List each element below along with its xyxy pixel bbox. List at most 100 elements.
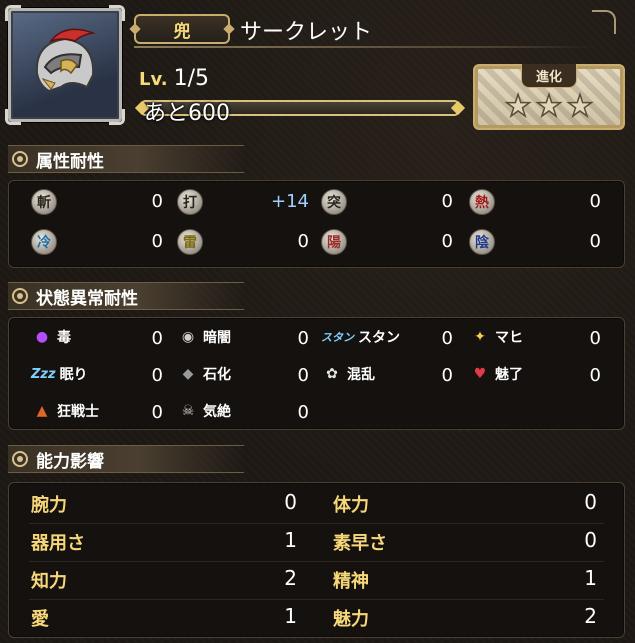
ability-row-divider	[29, 561, 604, 562]
status-resist-label: 混乱	[347, 367, 375, 383]
ability-label: 知力	[31, 571, 67, 592]
status-resist-value: 0	[297, 365, 309, 386]
ability-label: 精神	[333, 571, 369, 592]
berserk-icon: ▲	[36, 403, 48, 419]
section-title: 状態異常耐性	[36, 288, 138, 309]
blunt-icon: 打	[177, 189, 203, 215]
fire-icon: 熱	[469, 189, 495, 215]
status-resist-label: 暗闇	[203, 330, 231, 346]
attribute-resist-panel: 斬 0 打 +14 突 0 熱 0 冷 0 雷 0 陽 0 陰 0	[8, 180, 625, 268]
section-bullet-icon	[12, 288, 28, 304]
attribute-resist-value: +14	[271, 191, 309, 212]
slash-icon: 斬	[31, 189, 57, 215]
status-resist-label: 毒	[57, 330, 71, 346]
confusion-icon: ✿	[326, 366, 338, 382]
status-resist-item: ✿ 混乱	[321, 363, 375, 385]
ability-panel: 腕力 0 体力 0 器用さ 1 素早さ 0 知力 2 精神 1 愛 1 魅力 2	[8, 482, 625, 638]
status-resist-value: 0	[589, 328, 601, 349]
paralysis-icon: ✦	[474, 329, 486, 345]
status-resist-item: ◆ 石化	[177, 363, 231, 385]
equipment-type-badge: 兜	[134, 14, 230, 44]
status-resist-item: ▲ 狂戦士	[31, 400, 99, 422]
attribute-resist-value: 0	[441, 191, 453, 212]
status-resist-value: 0	[589, 365, 601, 386]
petrify-icon: ◆	[182, 366, 194, 382]
status-resist-label: 狂戦士	[57, 404, 99, 420]
sleep-icon: Zzz	[31, 366, 56, 382]
evolve-label: 進化	[520, 64, 578, 88]
status-resist-item: ♥ 魅了	[469, 363, 523, 385]
attribute-resist-item: 雷	[177, 229, 203, 255]
ability-label: 器用さ	[31, 533, 85, 554]
pierce-icon: 突	[321, 189, 347, 215]
attribute-resist-value: 0	[151, 231, 163, 252]
attribute-resist-value: 0	[151, 191, 163, 212]
status-resist-item: ✦ マヒ	[469, 326, 523, 348]
status-resist-value: 0	[151, 365, 163, 386]
attribute-resist-value: 0	[441, 231, 453, 252]
status-resist-item: Zzz 眠り	[31, 363, 88, 385]
faint-icon: ☠	[181, 403, 195, 419]
section-bullet-icon	[12, 151, 28, 167]
poison-icon: ●	[35, 329, 49, 345]
status-resist-label: 眠り	[59, 367, 88, 383]
exp-remaining-text: あと600	[144, 101, 230, 126]
status-resist-label: 石化	[203, 367, 231, 383]
ability-value: 0	[584, 490, 597, 514]
section-title: 属性耐性	[36, 151, 104, 172]
attribute-resist-value: 0	[297, 231, 309, 252]
attribute-resist-item: 打	[177, 189, 203, 215]
section-header-attribute: 属性耐性	[8, 145, 244, 173]
equipment-type-label: 兜	[173, 21, 191, 42]
ability-row-divider	[29, 599, 604, 600]
header-divider	[134, 46, 594, 48]
item-name: サークレット	[240, 20, 373, 45]
status-resist-item: スタン スタン	[321, 326, 400, 348]
ability-value: 0	[584, 528, 597, 552]
frame-corner	[5, 5, 21, 21]
status-resist-value: 0	[151, 328, 163, 349]
status-resist-item: ◉ 暗闇	[177, 326, 231, 348]
blind-icon: ◉	[181, 329, 195, 345]
ability-label: 愛	[31, 609, 49, 630]
charm-icon: ♥	[473, 366, 487, 382]
thunder-icon: 雷	[177, 229, 203, 255]
evolve-stars: ★ ★ ★	[475, 89, 623, 124]
ability-value: 0	[284, 490, 297, 514]
status-resist-value: 0	[441, 328, 453, 349]
status-resist-value: 0	[297, 402, 309, 423]
attribute-resist-item: 陰	[469, 229, 495, 255]
dark-icon: 陰	[469, 229, 495, 255]
attribute-resist-value: 0	[589, 191, 601, 212]
attribute-resist-value: 0	[589, 231, 601, 252]
ability-label: 素早さ	[333, 533, 387, 554]
ability-value: 1	[584, 566, 597, 590]
helmet-icon	[35, 28, 96, 93]
level-value: 1/5	[173, 66, 209, 91]
level-display: Lv. 1/5	[139, 66, 209, 91]
section-header-ability: 能力影響	[8, 445, 244, 473]
star-icon: ★	[504, 89, 532, 124]
ability-value: 1	[284, 528, 297, 552]
light-icon: 陽	[321, 229, 347, 255]
status-resist-value: 0	[441, 365, 453, 386]
ability-label: 魅力	[333, 609, 369, 630]
ability-value: 1	[284, 604, 297, 628]
item-icon-frame[interactable]	[5, 5, 125, 125]
header-divider-ornament	[592, 10, 616, 34]
section-title: 能力影響	[36, 451, 104, 472]
status-resist-value: 0	[151, 402, 163, 423]
status-resist-label: 魅了	[495, 367, 523, 383]
attribute-resist-item: 突	[321, 189, 347, 215]
frame-corner	[109, 5, 125, 21]
attribute-resist-item: 冷	[31, 229, 57, 255]
ability-row-divider	[29, 523, 604, 524]
frame-corner	[5, 109, 21, 125]
stun-icon: スタン	[321, 331, 354, 344]
section-bullet-icon	[12, 451, 28, 467]
status-resist-label: マヒ	[495, 330, 523, 346]
ability-label: 体力	[333, 495, 369, 516]
status-resist-value: 0	[297, 328, 309, 349]
evolve-panel[interactable]: 進化 ★ ★ ★	[473, 64, 625, 130]
star-icon: ★	[535, 89, 563, 124]
